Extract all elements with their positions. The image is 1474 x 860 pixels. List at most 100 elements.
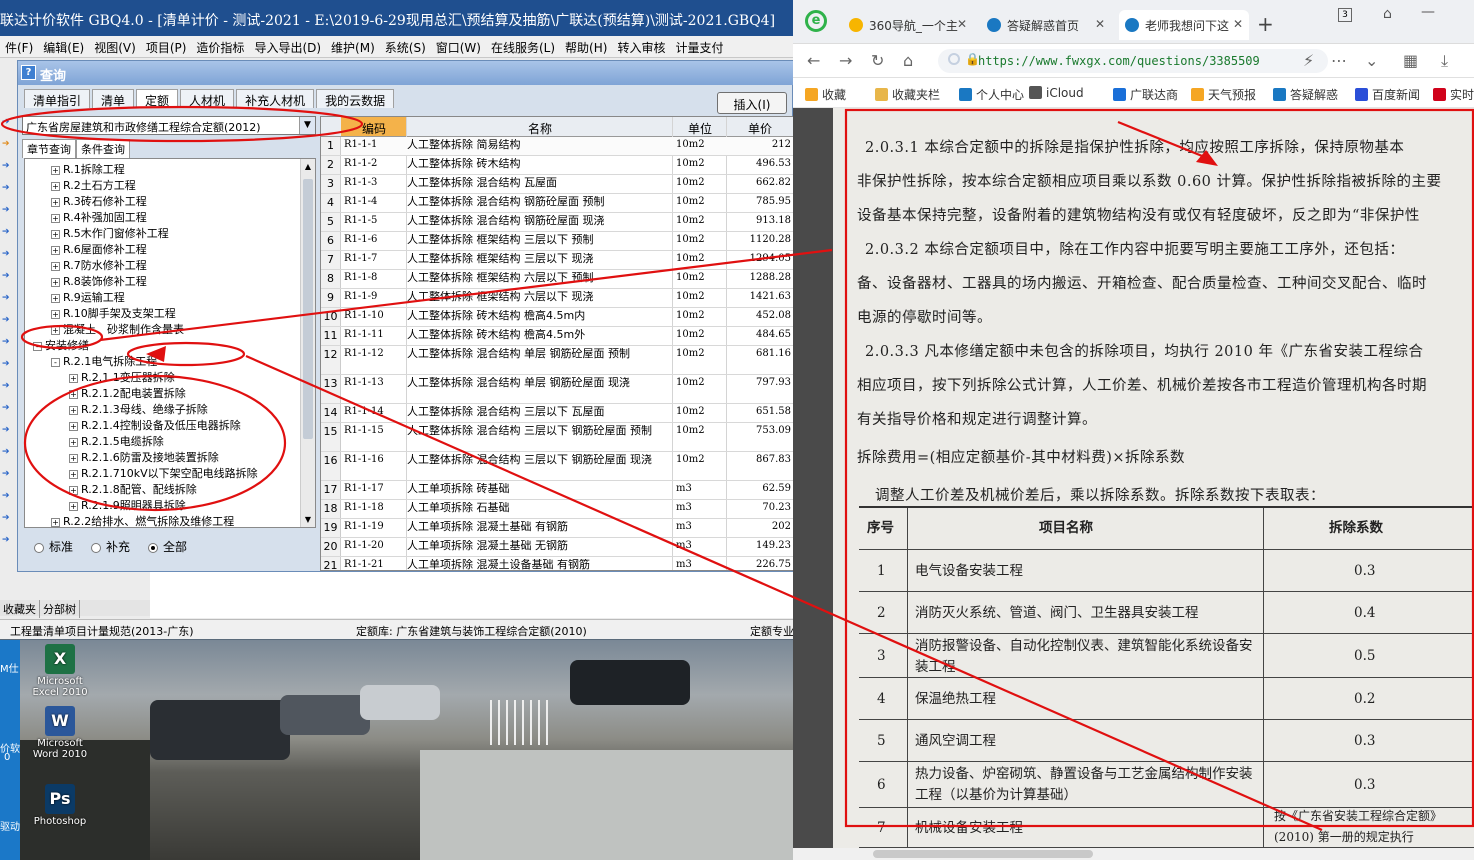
tree-node[interactable]: + 混凝土、砂浆制作含量表 bbox=[51, 321, 184, 337]
expand-icon[interactable]: + bbox=[51, 325, 60, 335]
expand-icon[interactable]: + bbox=[69, 373, 78, 383]
scroll-down-icon[interactable]: ▼ bbox=[301, 512, 315, 527]
menu-item[interactable]: 导入导出(D) bbox=[249, 36, 326, 56]
tab-cloud[interactable]: 我的云数据 bbox=[316, 89, 395, 108]
home-icon[interactable]: ⌂ bbox=[903, 51, 913, 70]
tab-quota[interactable]: 定额 bbox=[136, 89, 179, 108]
tree-node[interactable]: + R.8装饰修补工程 bbox=[51, 273, 147, 289]
menu-item[interactable]: 帮助(H) bbox=[560, 36, 612, 56]
tab-material[interactable]: 人材机 bbox=[180, 89, 235, 108]
tree-node[interactable]: + R.2.1.3母线、绝缘子拆除 bbox=[69, 401, 208, 417]
bookmark-item[interactable]: iCloud bbox=[1029, 86, 1084, 100]
tab-extra-material[interactable]: 补充人材机 bbox=[236, 89, 315, 108]
expand-icon[interactable]: + bbox=[69, 453, 78, 463]
expand-icon[interactable]: + bbox=[69, 421, 78, 431]
page-horizontal-scrollbar[interactable] bbox=[793, 848, 1474, 860]
bookmark-item[interactable]: 答疑解惑 bbox=[1273, 86, 1338, 103]
expand-icon[interactable]: + bbox=[51, 309, 60, 319]
expand-icon[interactable]: + bbox=[69, 405, 78, 415]
tree-node[interactable]: + R.2.1.8配管、配线拆除 bbox=[69, 481, 197, 497]
table-row[interactable]: 9 R1-1-9 人工整体拆除 框架结构 六层以下 现浇 10m2 1421.63 bbox=[321, 289, 793, 308]
collapse-icon[interactable]: - bbox=[33, 341, 42, 351]
column-header-name[interactable]: 名称 bbox=[407, 120, 673, 137]
scroll-up-icon[interactable]: ▲ bbox=[301, 159, 315, 174]
privacy-icon[interactable] bbox=[948, 53, 960, 65]
new-tab-button[interactable]: + bbox=[1257, 12, 1274, 36]
table-row[interactable]: 17 R1-1-17 人工单项拆除 砖基础 m3 62.59 bbox=[321, 481, 793, 500]
close-icon[interactable]: ✕ bbox=[1095, 17, 1105, 31]
tree-node[interactable]: + R.2.2给排水、燃气拆除及维修工程 bbox=[51, 513, 234, 527]
expand-icon[interactable]: + bbox=[69, 437, 78, 447]
menu-item[interactable]: 项目(P) bbox=[141, 36, 192, 56]
quota-library-select[interactable]: 广东省房屋建筑和市政修缮工程综合定额(2012) ▼ bbox=[22, 116, 316, 135]
radio-all[interactable]: 全部 bbox=[148, 538, 187, 555]
radio-circle-icon[interactable] bbox=[148, 542, 159, 553]
download-icon[interactable]: ⤓ bbox=[1441, 51, 1448, 71]
tree-node[interactable]: + R.2.1.5电缆拆除 bbox=[69, 433, 164, 449]
shirt-icon[interactable]: ⌂ bbox=[1383, 6, 1392, 22]
expand-icon[interactable]: + bbox=[51, 293, 60, 303]
minimize-icon[interactable]: — bbox=[1421, 4, 1435, 20]
expand-icon[interactable]: + bbox=[51, 197, 60, 207]
tree-node[interactable]: + R.2.1.9照明器具拆除 bbox=[69, 497, 186, 513]
column-header-code[interactable]: 编码 bbox=[341, 117, 407, 136]
expand-icon[interactable]: + bbox=[69, 485, 78, 495]
table-row[interactable]: 2 R1-1-2 人工整体拆除 砖木结构 10m2 496.53 bbox=[321, 156, 793, 175]
table-row[interactable]: 10 R1-1-10 人工整体拆除 砖木结构 檐高4.5m内 10m2 452.08 bbox=[321, 308, 793, 327]
column-header-unit[interactable]: 单位 bbox=[673, 120, 727, 137]
table-row[interactable]: 8 R1-1-8 人工整体拆除 框架结构 六层以下 预制 10m2 1288.28 bbox=[321, 270, 793, 289]
radio-supplement[interactable]: 补充 bbox=[91, 538, 130, 555]
tree-node[interactable]: + R.6屋面修补工程 bbox=[51, 241, 147, 257]
menu-item[interactable]: 视图(V) bbox=[89, 36, 141, 56]
expand-icon[interactable]: + bbox=[51, 213, 60, 223]
bookmark-item[interactable]: 个人中心 bbox=[959, 86, 1024, 103]
table-row[interactable]: 20 R1-1-20 人工单项拆除 混凝土基础 无钢筋 m3 149.23 bbox=[321, 538, 793, 557]
url-input[interactable]: 🔒 https://www.fwxgx.com/questions/338550… bbox=[938, 49, 1328, 73]
bookmark-item[interactable]: 天气预报 bbox=[1191, 86, 1256, 103]
menu-item[interactable]: 件(F) bbox=[0, 36, 38, 56]
tree-node[interactable]: + R.2土石方工程 bbox=[51, 177, 136, 193]
tree-scrollbar[interactable]: ▲ ▼ bbox=[300, 159, 315, 527]
desktop-icon[interactable]: Ps Photoshop bbox=[25, 784, 95, 827]
table-row[interactable]: 4 R1-1-4 人工整体拆除 混合结构 钢筋砼屋面 预制 10m2 785.95 bbox=[321, 194, 793, 213]
close-icon[interactable]: ✕ bbox=[1233, 17, 1243, 31]
tree-node[interactable]: + R.2.1.1变压器拆除 bbox=[69, 369, 175, 385]
bookmark-item[interactable]: 百度新闻 bbox=[1355, 86, 1420, 103]
expand-icon[interactable]: + bbox=[51, 181, 60, 191]
side-tab[interactable]: 收藏夹 bbox=[0, 600, 40, 618]
bookmark-item[interactable]: 收藏 bbox=[805, 86, 846, 103]
browser-tab[interactable]: 360导航_一个主 ✕ bbox=[843, 10, 973, 40]
collapse-icon[interactable]: - bbox=[51, 357, 60, 367]
menu-item[interactable]: 维护(M) bbox=[326, 36, 380, 56]
tree-node[interactable]: + R.1拆除工程 bbox=[51, 161, 125, 177]
menu-item[interactable]: 系统(S) bbox=[380, 36, 431, 56]
expand-icon[interactable]: + bbox=[69, 501, 78, 511]
menu-item[interactable]: 转入审核 bbox=[612, 36, 670, 56]
table-row[interactable]: 3 R1-1-3 人工整体拆除 混合结构 瓦屋面 10m2 662.82 bbox=[321, 175, 793, 194]
expand-icon[interactable]: + bbox=[69, 469, 78, 479]
table-row[interactable]: 14 R1-1-14 人工整体拆除 混合结构 三层以下 瓦屋面 10m2 651.58 bbox=[321, 404, 793, 423]
expand-icon[interactable]: + bbox=[51, 245, 60, 255]
table-row[interactable]: 1 R1-1-1 人工整体拆除 简易结构 10m2 212 bbox=[321, 137, 793, 156]
radio-standard[interactable]: 标准 bbox=[34, 538, 73, 555]
chevron-down-icon[interactable]: ▼ bbox=[299, 117, 315, 134]
desktop-icon[interactable]: W Microsoft Word 2010 bbox=[25, 706, 95, 760]
menu-item[interactable]: 在线服务(L) bbox=[486, 36, 560, 56]
tab-condition-query[interactable]: 条件查询 bbox=[76, 139, 130, 158]
more-icon[interactable]: ⋯ bbox=[1331, 51, 1347, 70]
table-row[interactable]: 13 R1-1-13 人工整体拆除 混合结构 单层 钢筋砼屋面 现浇 10m2 797.… bbox=[321, 375, 793, 404]
tree-node[interactable]: + R.9运输工程 bbox=[51, 289, 125, 305]
scrollbar-thumb[interactable] bbox=[873, 850, 1093, 858]
table-row[interactable]: 6 R1-1-6 人工整体拆除 框架结构 三层以下 预制 10m2 1120.28 bbox=[321, 232, 793, 251]
scrollbar-thumb[interactable] bbox=[303, 179, 313, 439]
table-row[interactable]: 11 R1-1-11 人工整体拆除 砖木结构 檐高4.5m外 10m2 484.65 bbox=[321, 327, 793, 346]
menu-item[interactable]: 造价指标 bbox=[191, 36, 249, 56]
tab-list[interactable]: 清单 bbox=[92, 89, 135, 108]
bookmark-item[interactable]: 广联达商 bbox=[1113, 86, 1178, 103]
apps-grid-icon[interactable]: ▦ bbox=[1403, 51, 1418, 70]
table-row[interactable]: 5 R1-1-5 人工整体拆除 混合结构 钢筋砼屋面 现浇 10m2 913.18 bbox=[321, 213, 793, 232]
tree-node[interactable]: + R.2.1.710kV以下架空配电线路拆除 bbox=[69, 465, 258, 481]
tree-node[interactable]: + R.2.1.6防雷及接地装置拆除 bbox=[69, 449, 219, 465]
radio-circle-icon[interactable] bbox=[34, 542, 44, 553]
expand-icon[interactable]: + bbox=[51, 165, 60, 175]
